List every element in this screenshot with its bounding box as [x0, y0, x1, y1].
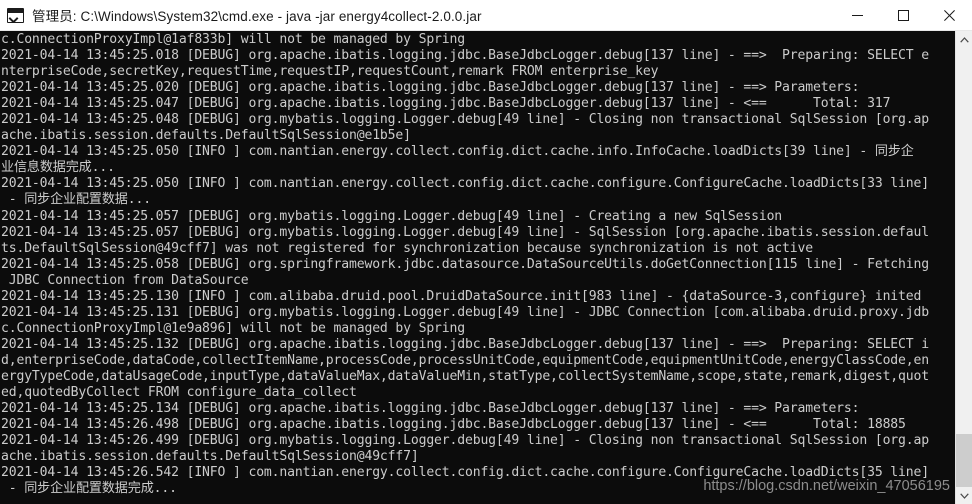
- console-line: 2021-04-14 13:45:25.058 [DEBUG] org.spri…: [1, 256, 929, 272]
- minimize-icon: [851, 14, 863, 16]
- maximize-icon: [897, 9, 909, 21]
- console-line: 2021-04-14 13:45:25.050 [INFO ] com.nant…: [1, 176, 929, 192]
- console-line: - 同步企业配置数据...: [1, 192, 151, 208]
- console-line: 2021-04-14 13:45:26.499 [DEBUG] org.myba…: [1, 433, 929, 449]
- console-line: - 同步企业配置数据完成...: [1, 481, 177, 497]
- console-line: 2021-04-14 13:45:25.057 [DEBUG] org.myba…: [1, 224, 929, 240]
- console-line: 2021-04-14 13:45:25.018 [DEBUG] org.apac…: [1, 48, 929, 64]
- close-icon: [943, 9, 955, 21]
- console-line: 2021-04-14 13:45:25.048 [DEBUG] org.myba…: [1, 112, 929, 128]
- console-line: ache.ibatis.session.defaults.DefaultSqlS…: [1, 128, 411, 144]
- cmd-console-icon: [7, 7, 24, 23]
- console-line: 2021-04-14 13:45:25.050 [INFO ] com.nant…: [1, 144, 914, 160]
- console-line: JDBC Connection from DataSource: [1, 272, 249, 288]
- console-line: 2021-04-14 13:45:26.542 [INFO ] com.nant…: [1, 465, 929, 481]
- console-line: 2021-04-14 13:45:25.131 [DEBUG] org.myba…: [1, 304, 929, 320]
- console-line: 2021-04-14 13:45:25.130 [INFO ] com.alib…: [1, 288, 922, 304]
- console-line: d,enterpriseCode,dataCode,collectItemNam…: [1, 352, 929, 368]
- console-line: 2021-04-14 13:45:26.498 [DEBUG] org.apac…: [1, 417, 906, 433]
- console-line: 2021-04-14 13:45:25.057 [DEBUG] org.myba…: [1, 208, 783, 224]
- console-output[interactable]: c.ConnectionProxyImpl@1af833b] will not …: [0, 31, 955, 504]
- maximize-button[interactable]: [880, 0, 926, 30]
- console-line: c.ConnectionProxyImpl@1af833b] will not …: [1, 32, 465, 47]
- scroll-up-icon[interactable]: [956, 31, 972, 48]
- console-area: c.ConnectionProxyImpl@1af833b] will not …: [0, 31, 972, 504]
- console-line: ed,quotedByCollect FROM configure_data_c…: [1, 385, 357, 401]
- console-line: ts.DefaultSqlSession@49cff7] was not reg…: [1, 240, 813, 256]
- console-line: ergyTypeCode,dataUsageCode,inputType,dat…: [1, 368, 929, 384]
- window-titlebar[interactable]: 管理员: C:\Windows\System32\cmd.exe - java …: [0, 0, 972, 31]
- close-button[interactable]: [926, 0, 972, 30]
- cmd-console-window: 管理员: C:\Windows\System32\cmd.exe - java …: [0, 0, 972, 504]
- console-line: 2021-04-14 13:45:25.132 [DEBUG] org.apac…: [1, 336, 929, 352]
- window-controls: [834, 0, 972, 30]
- console-line: 2021-04-14 13:45:25.047 [DEBUG] org.apac…: [1, 96, 891, 112]
- console-line: ache.ibatis.session.defaults.DefaultSqlS…: [1, 449, 419, 465]
- scrollbar-thumb[interactable]: [955, 434, 972, 487]
- console-line: c.ConnectionProxyImpl@1e9a896] will not …: [1, 320, 465, 336]
- console-line: nterpriseCode,secretKey,requestTime,requ…: [1, 64, 659, 80]
- scrollbar-track[interactable]: [955, 48, 972, 487]
- scroll-down-icon[interactable]: [956, 487, 972, 504]
- console-line: 2021-04-14 13:45:25.020 [DEBUG] org.apac…: [1, 80, 860, 96]
- console-scrollbar[interactable]: [955, 31, 972, 504]
- minimize-button[interactable]: [834, 0, 880, 30]
- console-line: 2021-04-14 13:45:25.134 [DEBUG] org.apac…: [1, 401, 860, 417]
- window-title: 管理员: C:\Windows\System32\cmd.exe - java …: [32, 9, 482, 24]
- console-line: 业信息数据完成...: [1, 160, 115, 176]
